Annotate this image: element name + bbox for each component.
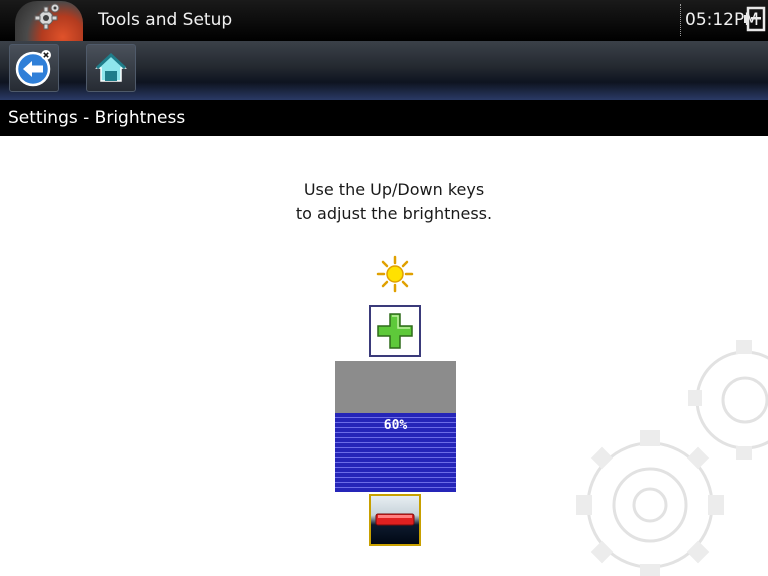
- battery-icon: [744, 6, 766, 32]
- back-arrow-icon: [15, 50, 51, 87]
- breadcrumb-text: Settings - Brightness: [8, 108, 186, 128]
- sun-icon: [376, 255, 414, 293]
- home-icon: [95, 52, 127, 82]
- brightness-percent: 60%: [383, 418, 408, 433]
- app-title: Tools and Setup: [98, 10, 233, 30]
- minus-icon: [375, 513, 415, 526]
- toolbar: [0, 41, 768, 100]
- instruction-line-1: Use the Up/Down keys: [303, 180, 485, 199]
- increase-brightness-button[interactable]: [369, 305, 421, 357]
- brightness-gauge: 60%: [335, 361, 456, 492]
- instruction-line-2: to adjust the brightness.: [295, 204, 493, 223]
- breadcrumb: Settings - Brightness: [0, 100, 768, 136]
- tools-app-icon: [15, 1, 83, 41]
- home-button[interactable]: [86, 44, 136, 92]
- decrease-brightness-button[interactable]: [369, 494, 421, 546]
- back-button[interactable]: [9, 44, 59, 92]
- title-bar: Tools and Setup 05:12PM: [0, 0, 768, 41]
- gear-icon: [34, 3, 60, 30]
- gears-watermark-icon: [576, 340, 768, 576]
- plus-icon: [377, 313, 413, 349]
